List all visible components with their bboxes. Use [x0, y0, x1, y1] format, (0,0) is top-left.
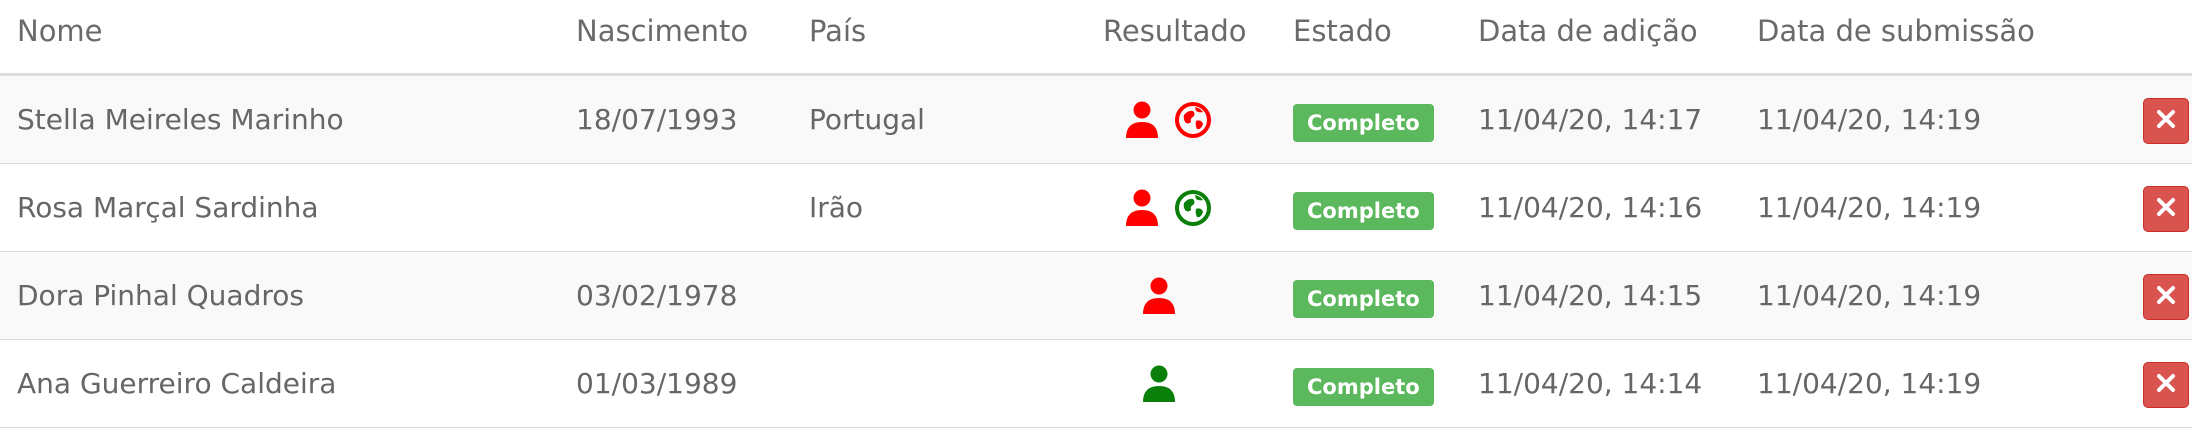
- status-badge: Completo: [1293, 192, 1434, 230]
- cell-data-submissao: 11/04/20, 14:19: [1757, 191, 1982, 224]
- header-data-submissao[interactable]: Data de submissão: [1757, 14, 2035, 48]
- status-badge: Completo: [1293, 104, 1434, 142]
- delete-button[interactable]: [2143, 186, 2189, 232]
- table-row[interactable]: Rosa Marçal Sardinha Irão Completo 11/04…: [0, 164, 2192, 252]
- submissions-table: Nome Nascimento País Resultado Estado Da…: [0, 0, 2192, 428]
- cell-nome: Dora Pinhal Quadros: [17, 279, 304, 312]
- delete-button[interactable]: [2143, 362, 2189, 408]
- cell-data-adicao: 11/04/20, 14:16: [1478, 191, 1703, 224]
- table-header: Nome Nascimento País Resultado Estado Da…: [0, 0, 2192, 76]
- status-badge: Completo: [1293, 280, 1434, 318]
- header-pais[interactable]: País: [809, 14, 866, 48]
- cell-pais: Portugal: [809, 103, 925, 136]
- table-row[interactable]: Ana Guerreiro Caldeira 01/03/1989 Comple…: [0, 340, 2192, 428]
- cell-nascimento: 18/07/1993: [576, 103, 738, 136]
- cell-pais: Irão: [809, 191, 864, 224]
- cell-data-submissao: 11/04/20, 14:19: [1757, 279, 1982, 312]
- close-icon: [2156, 373, 2176, 397]
- header-data-adicao[interactable]: Data de adição: [1478, 14, 1698, 48]
- person-icon[interactable]: [1141, 277, 1177, 315]
- cell-resultado: [1141, 252, 1177, 339]
- header-nome[interactable]: Nome: [17, 14, 103, 48]
- cell-nascimento: 01/03/1989: [576, 367, 738, 400]
- person-icon[interactable]: [1124, 189, 1160, 227]
- table-row[interactable]: Stella Meireles Marinho 18/07/1993 Portu…: [0, 76, 2192, 164]
- globe-icon[interactable]: [1174, 101, 1212, 139]
- cell-data-adicao: 11/04/20, 14:14: [1478, 367, 1703, 400]
- cell-resultado: [1124, 164, 1212, 251]
- header-estado[interactable]: Estado: [1293, 14, 1392, 48]
- cell-data-submissao: 11/04/20, 14:19: [1757, 103, 1982, 136]
- table-row[interactable]: Dora Pinhal Quadros 03/02/1978 Completo …: [0, 252, 2192, 340]
- cell-nome: Rosa Marçal Sardinha: [17, 191, 319, 224]
- globe-icon[interactable]: [1174, 189, 1212, 227]
- cell-resultado: [1141, 340, 1177, 427]
- person-icon[interactable]: [1124, 101, 1160, 139]
- cell-nome: Ana Guerreiro Caldeira: [17, 367, 337, 400]
- close-icon: [2156, 197, 2176, 221]
- cell-nascimento: 03/02/1978: [576, 279, 738, 312]
- cell-data-submissao: 11/04/20, 14:19: [1757, 367, 1982, 400]
- delete-button[interactable]: [2143, 98, 2189, 144]
- close-icon: [2156, 285, 2176, 309]
- cell-resultado: [1124, 76, 1212, 163]
- header-nascimento[interactable]: Nascimento: [576, 14, 748, 48]
- cell-data-adicao: 11/04/20, 14:15: [1478, 279, 1703, 312]
- person-icon[interactable]: [1141, 365, 1177, 403]
- cell-nome: Stella Meireles Marinho: [17, 103, 344, 136]
- close-icon: [2156, 109, 2176, 133]
- cell-data-adicao: 11/04/20, 14:17: [1478, 103, 1703, 136]
- delete-button[interactable]: [2143, 274, 2189, 320]
- status-badge: Completo: [1293, 368, 1434, 406]
- header-resultado[interactable]: Resultado: [1103, 14, 1247, 48]
